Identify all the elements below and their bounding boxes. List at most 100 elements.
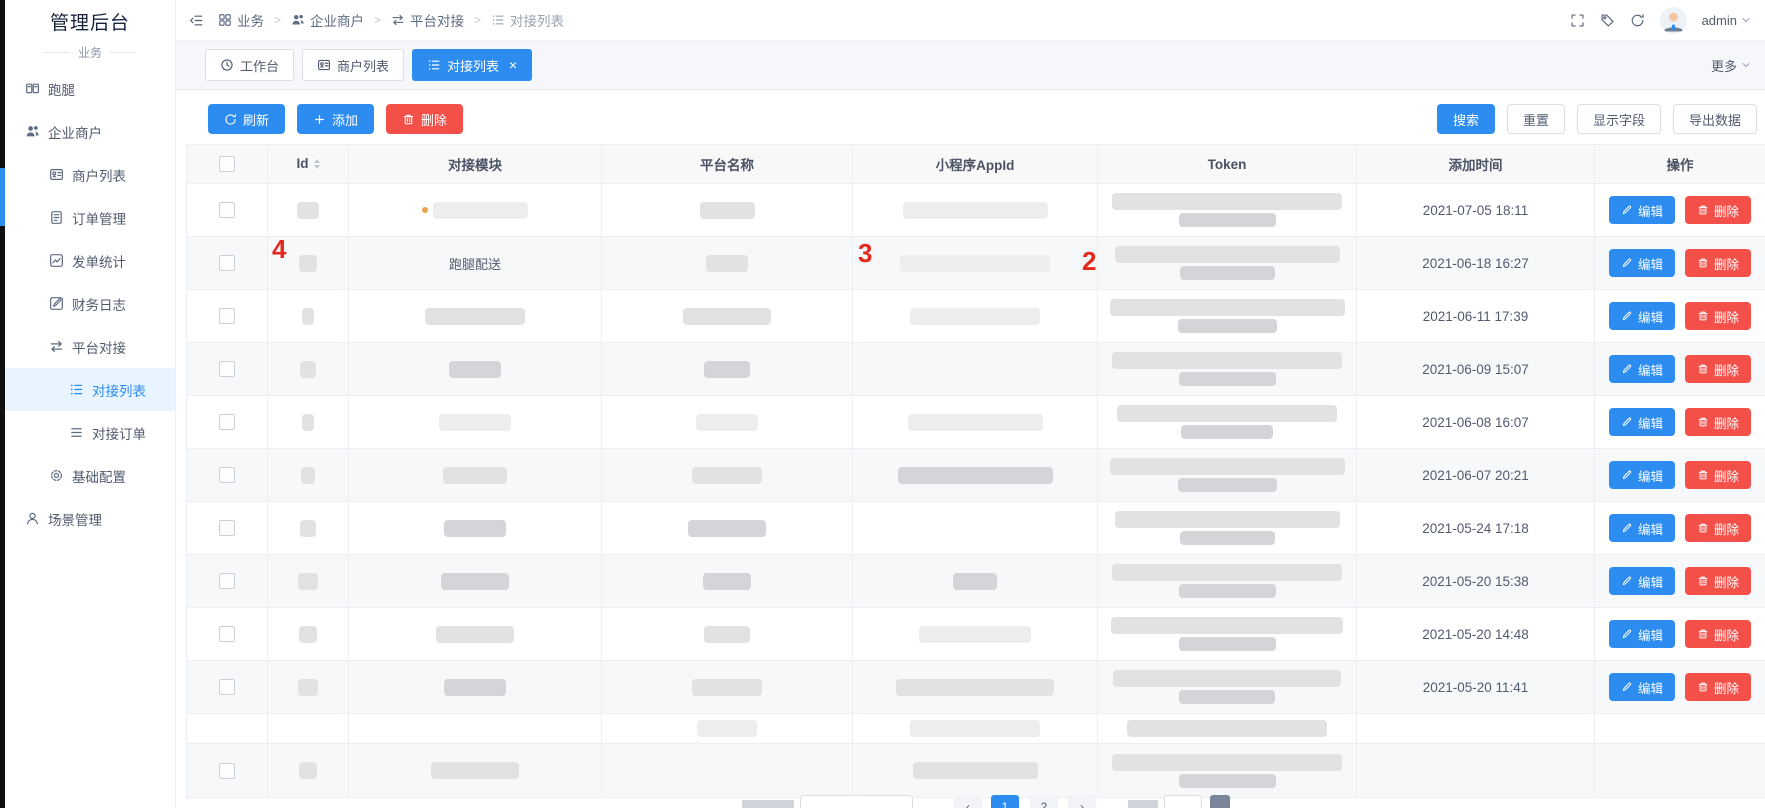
sidebar-item-errand[interactable]: 跑腿 — [5, 67, 175, 110]
column-label: 平台名称 — [700, 158, 754, 173]
edit-button[interactable]: 编辑 — [1609, 302, 1675, 330]
sidebar-item-finance-log[interactable]: 财务日志 — [5, 282, 175, 325]
delete-button[interactable]: 删除 — [1685, 249, 1751, 277]
delete-button[interactable]: 删除 — [1685, 620, 1751, 648]
column-header-check — [187, 145, 268, 184]
breadcrumb-item-platform-link[interactable]: 平台对接 — [391, 10, 464, 30]
row-checkbox[interactable] — [219, 573, 235, 589]
redacted-module — [443, 467, 507, 484]
redacted-platform — [696, 414, 758, 431]
redacted-token — [1115, 246, 1340, 280]
stats-icon — [49, 253, 64, 268]
pager-settings-icon[interactable] — [1210, 795, 1230, 808]
redacted-appid — [896, 679, 1054, 696]
breadcrumb-item-business[interactable]: 业务 — [218, 10, 264, 30]
redacted-token — [1110, 458, 1345, 492]
edit-button[interactable]: 编辑 — [1609, 196, 1675, 224]
page-2-button[interactable]: 2 — [1030, 795, 1058, 808]
row-checkbox[interactable] — [219, 202, 235, 218]
sidebar-item-link-orders[interactable]: 对接订单 — [5, 411, 175, 454]
row-checkbox[interactable] — [219, 626, 235, 642]
breadcrumb-item-merchant[interactable]: 企业商户 — [291, 10, 364, 30]
row-checkbox[interactable] — [219, 361, 235, 377]
total-count-text — [742, 800, 794, 808]
delete-button[interactable]: 删除 — [1685, 408, 1751, 436]
page-next-button[interactable]: › — [1068, 795, 1096, 808]
delete-button[interactable]: 删除 — [1685, 514, 1751, 542]
add-button[interactable]: 添加 — [297, 104, 374, 134]
edit-button[interactable]: 编辑 — [1609, 355, 1675, 383]
export-data-button[interactable]: 导出数据 — [1673, 104, 1757, 134]
row-checkbox[interactable] — [219, 467, 235, 483]
row-checkbox[interactable] — [219, 308, 235, 324]
redacted-platform — [706, 255, 748, 272]
delete-button[interactable]: 删除 — [1685, 461, 1751, 489]
edit-icon — [1621, 522, 1633, 534]
avatar[interactable] — [1660, 7, 1687, 34]
sidebar-item-base-config[interactable]: 基础配置 — [5, 454, 175, 497]
tab-link-list[interactable]: 对接列表× — [412, 49, 532, 81]
button-label: 添加 — [332, 110, 358, 129]
edit-button[interactable]: 编辑 — [1609, 461, 1675, 489]
row-checkbox[interactable] — [219, 255, 235, 271]
table-row: 2021-06-09 15:07编辑删除 — [187, 343, 1765, 396]
redacted-platform — [704, 361, 750, 378]
sidebar-item-merchant-list[interactable]: 商户列表 — [5, 153, 175, 196]
sidebar-item-dispatch-stats[interactable]: 发单统计 — [5, 239, 175, 282]
reset-button[interactable]: 重置 — [1507, 104, 1565, 134]
row-checkbox[interactable] — [219, 520, 235, 536]
row-checkbox[interactable] — [219, 763, 235, 779]
sidebar-item-label: 订单管理 — [72, 208, 126, 228]
redacted-appid — [910, 720, 1040, 737]
edit-button[interactable]: 编辑 — [1609, 249, 1675, 277]
tab-workbench[interactable]: 工作台 — [205, 49, 294, 81]
delete-button[interactable]: 删除 — [1685, 196, 1751, 224]
collapse-sidebar-icon[interactable] — [189, 13, 204, 28]
page-size-select[interactable] — [800, 795, 913, 808]
user-menu[interactable]: admin — [1702, 13, 1751, 28]
page-prev-button[interactable]: ‹ — [954, 795, 982, 808]
sidebar-item-label: 对接列表 — [92, 380, 146, 400]
refresh-button[interactable]: 刷新 — [208, 104, 285, 134]
search-button[interactable]: 搜索 — [1437, 104, 1495, 134]
sidebar-item-scene-mgmt[interactable]: 场景管理 — [5, 497, 175, 540]
row-checkbox[interactable] — [219, 679, 235, 695]
delete-button[interactable]: 删除 — [1685, 567, 1751, 595]
delete-button[interactable]: 删除 — [1685, 355, 1751, 383]
refresh-page-icon[interactable] — [1630, 13, 1645, 28]
edit-button[interactable]: 编辑 — [1609, 567, 1675, 595]
edit-button[interactable]: 编辑 — [1609, 514, 1675, 542]
delete-button[interactable]: 删除 — [386, 104, 463, 134]
breadcrumb-label: 业务 — [237, 10, 264, 30]
more-tabs-button[interactable]: 更多 — [1711, 56, 1755, 75]
close-icon[interactable]: × — [509, 58, 517, 72]
edit-button[interactable]: 编辑 — [1609, 620, 1675, 648]
plus-icon — [313, 113, 326, 126]
sidebar-item-platform-link[interactable]: 平台对接 — [5, 325, 175, 368]
table-row: 2021-05-24 17:18编辑删除 — [187, 502, 1765, 555]
select-all-checkbox[interactable] — [219, 156, 235, 172]
sidebar-item-order-mgmt[interactable]: 订单管理 — [5, 196, 175, 239]
edit-button[interactable]: 编辑 — [1609, 673, 1675, 701]
tab-merchant-list[interactable]: 商户列表 — [302, 49, 404, 81]
show-fields-button[interactable]: 显示字段 — [1577, 104, 1661, 134]
sort-icon[interactable] — [314, 156, 320, 172]
sidebar-item-label: 财务日志 — [72, 294, 126, 314]
redacted-id — [301, 467, 315, 484]
scrollbar-thumb[interactable] — [0, 168, 5, 226]
row-checkbox[interactable] — [219, 414, 235, 430]
delete-button[interactable]: 删除 — [1685, 302, 1751, 330]
more-label: 更多 — [1711, 56, 1737, 75]
sidebar: 管理后台 业务 跑腿企业商户商户列表订单管理发单统计财务日志平台对接对接列表对接… — [5, 0, 176, 808]
sidebar-item-merchant[interactable]: 企业商户 — [5, 110, 175, 153]
fullscreen-icon[interactable] — [1570, 13, 1585, 28]
sidebar-item-link-list[interactable]: 对接列表 — [5, 368, 175, 411]
chevron-down-icon — [1741, 60, 1751, 70]
breadcrumb-item-link-list[interactable]: 对接列表 — [491, 10, 564, 30]
edit-button[interactable]: 编辑 — [1609, 408, 1675, 436]
added-time: 2021-06-07 20:21 — [1422, 468, 1529, 483]
goto-page-input[interactable] — [1164, 795, 1202, 808]
delete-button[interactable]: 删除 — [1685, 673, 1751, 701]
theme-tag-icon[interactable] — [1600, 13, 1615, 28]
page-1-button[interactable]: 1 — [991, 795, 1019, 808]
